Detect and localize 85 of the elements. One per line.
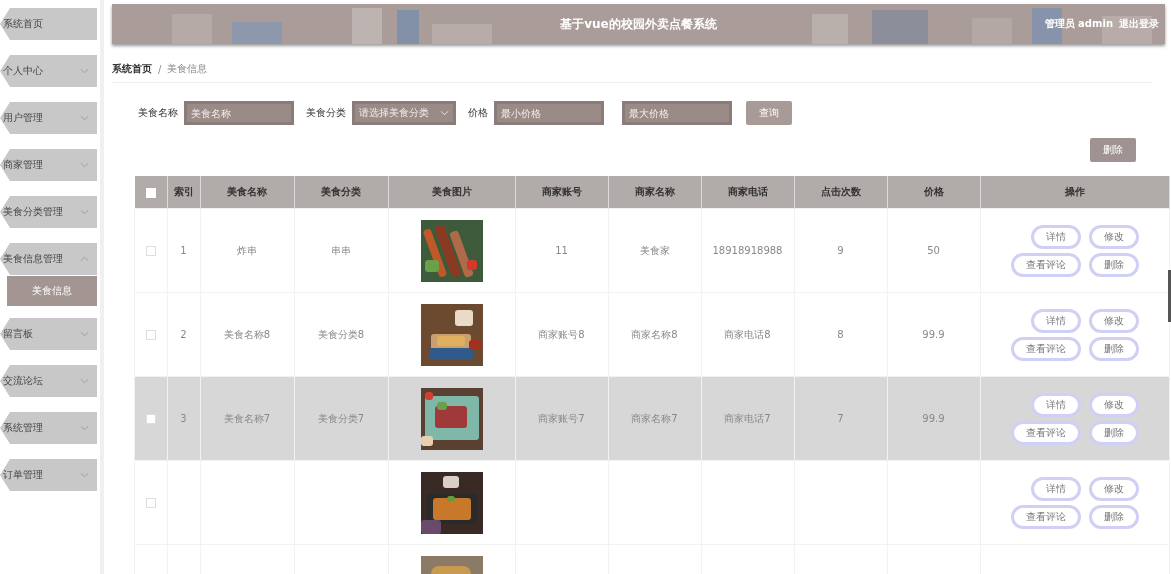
table-cell: 1 bbox=[167, 208, 200, 293]
table-cell: 商家电话8 bbox=[701, 292, 794, 377]
table-cell: 商家账号7 bbox=[515, 376, 608, 461]
table-cell: 99.9 bbox=[887, 376, 980, 461]
chevron-down-icon bbox=[440, 110, 449, 116]
table-cell: 美食家 bbox=[608, 208, 701, 293]
table-cell: 美食分类8 bbox=[294, 292, 388, 377]
column-header: 价格 bbox=[887, 176, 980, 209]
sidebar-item[interactable]: 用户管理 bbox=[0, 102, 97, 134]
user-label: 管理员 admin bbox=[1044, 17, 1113, 31]
table-cell: 商家电话7 bbox=[701, 376, 794, 461]
table-cell: 50 bbox=[887, 208, 980, 293]
table-cell: 商家账号8 bbox=[515, 292, 608, 377]
breadcrumb-separator: / bbox=[158, 63, 162, 75]
app-title: 基于vue的校园外卖点餐系统 bbox=[560, 15, 717, 33]
sidebar-item[interactable]: 留言板 bbox=[0, 318, 97, 350]
table-cell: 炸串 bbox=[200, 208, 294, 293]
breadcrumb-item[interactable]: 美食信息 bbox=[167, 62, 208, 76]
table-row[interactable]: 2 美食名称8 美食分类8 商家账号8 商家名称8 商家电话8 8 99.9 详情 修改 查看评论 删除 bbox=[134, 292, 1169, 377]
table-cell: 2 bbox=[167, 292, 200, 377]
input-field[interactable]: 美食名称 bbox=[184, 101, 294, 125]
table-cell: 18918918988 bbox=[701, 208, 794, 293]
delete-button[interactable]: 删除 bbox=[1090, 138, 1136, 162]
action-button[interactable]: 详情 bbox=[1030, 308, 1081, 333]
sidebar-item[interactable]: 美食分类管理 bbox=[0, 196, 97, 228]
table-cell: 9 bbox=[794, 208, 887, 293]
column-header: 点击次数 bbox=[794, 176, 887, 209]
action-button[interactable]: 查看评论 bbox=[1010, 420, 1081, 445]
column-header: 商家电话 bbox=[701, 176, 794, 209]
sidebar-item[interactable]: 系统首页 bbox=[0, 8, 97, 40]
action-button[interactable]: 修改 bbox=[1088, 392, 1139, 417]
sidebar-item[interactable]: 订单管理 bbox=[0, 459, 97, 491]
column-header: 商家账号 bbox=[515, 176, 608, 209]
table-cell: 99.9 bbox=[887, 292, 980, 377]
table-cell: 11 bbox=[515, 208, 608, 293]
table-cell: 美食名称7 bbox=[200, 376, 294, 461]
table-cell: 串串 bbox=[294, 208, 388, 293]
table-row[interactable]: 3 美食名称7 美食分类7 商家账号7 商家名称7 商家电话7 7 99.9 详情 修改 查看评论 删除 bbox=[134, 376, 1169, 461]
column-header: 美食分类 bbox=[294, 176, 388, 209]
category-select[interactable]: 请选择美食分类 bbox=[352, 101, 456, 125]
action-button[interactable]: 详情 bbox=[1030, 224, 1081, 249]
sidebar-item[interactable]: 美食信息管理 bbox=[0, 243, 97, 275]
action-button[interactable]: 删除 bbox=[1088, 336, 1139, 361]
table-cell: 8 bbox=[794, 292, 887, 377]
checkbox[interactable] bbox=[145, 414, 156, 424]
table-row[interactable]: 1 炸串 串串 11 美食家 18918918988 9 50 详情 修改 查看评论 删除 bbox=[134, 208, 1169, 293]
action-button[interactable]: 修改 bbox=[1088, 224, 1139, 249]
checkbox[interactable] bbox=[145, 330, 156, 340]
scrollbar-thumb[interactable] bbox=[1168, 270, 1171, 322]
table-row[interactable]: 详情 修改 查看评论 删除 bbox=[134, 460, 1169, 545]
breadcrumb-item[interactable]: 系统首页 bbox=[112, 62, 152, 76]
checkbox[interactable] bbox=[145, 498, 156, 508]
field-label: 价格 bbox=[468, 106, 488, 120]
action-button[interactable]: 查看评论 bbox=[1010, 336, 1081, 361]
table-cell: 美食分类7 bbox=[294, 376, 388, 461]
input-field[interactable]: 最大价格 bbox=[622, 101, 732, 125]
table-cell: 美食名称8 bbox=[200, 292, 294, 377]
table-cell: 7 bbox=[794, 376, 887, 461]
input-field[interactable]: 最小价格 bbox=[494, 101, 604, 125]
search-button[interactable]: 查询 bbox=[746, 101, 792, 125]
action-button[interactable]: 删除 bbox=[1088, 252, 1139, 277]
action-button[interactable]: 修改 bbox=[1088, 308, 1139, 333]
column-header: 操作 bbox=[980, 176, 1169, 209]
table-cell: 3 bbox=[167, 376, 200, 461]
table-cell: 商家名称7 bbox=[608, 376, 701, 461]
column-header: 索引 bbox=[167, 176, 200, 209]
action-button[interactable]: 删除 bbox=[1088, 420, 1139, 445]
action-button[interactable]: 查看评论 bbox=[1010, 252, 1081, 277]
field-label: 美食名称 bbox=[138, 106, 178, 120]
sidebar-item[interactable]: 交流论坛 bbox=[0, 365, 97, 397]
action-button[interactable]: 修改 bbox=[1088, 476, 1139, 501]
column-header: 美食图片 bbox=[388, 176, 515, 209]
sidebar-item[interactable]: 个人中心 bbox=[0, 55, 97, 87]
table-cell: 商家名称8 bbox=[608, 292, 701, 377]
sidebar-item[interactable]: 系统管理 bbox=[0, 412, 97, 444]
submenu-item[interactable]: 美食信息 bbox=[7, 276, 97, 306]
action-button[interactable]: 详情 bbox=[1030, 392, 1081, 417]
checkbox[interactable] bbox=[145, 246, 156, 256]
sidebar-item[interactable]: 商家管理 bbox=[0, 149, 97, 181]
action-button[interactable]: 详情 bbox=[1030, 476, 1081, 501]
column-header: 美食名称 bbox=[200, 176, 294, 209]
field-label: 美食分类 bbox=[306, 106, 346, 120]
action-button[interactable]: 删除 bbox=[1088, 504, 1139, 529]
action-button[interactable]: 查看评论 bbox=[1010, 504, 1081, 529]
column-header: 商家名称 bbox=[608, 176, 701, 209]
